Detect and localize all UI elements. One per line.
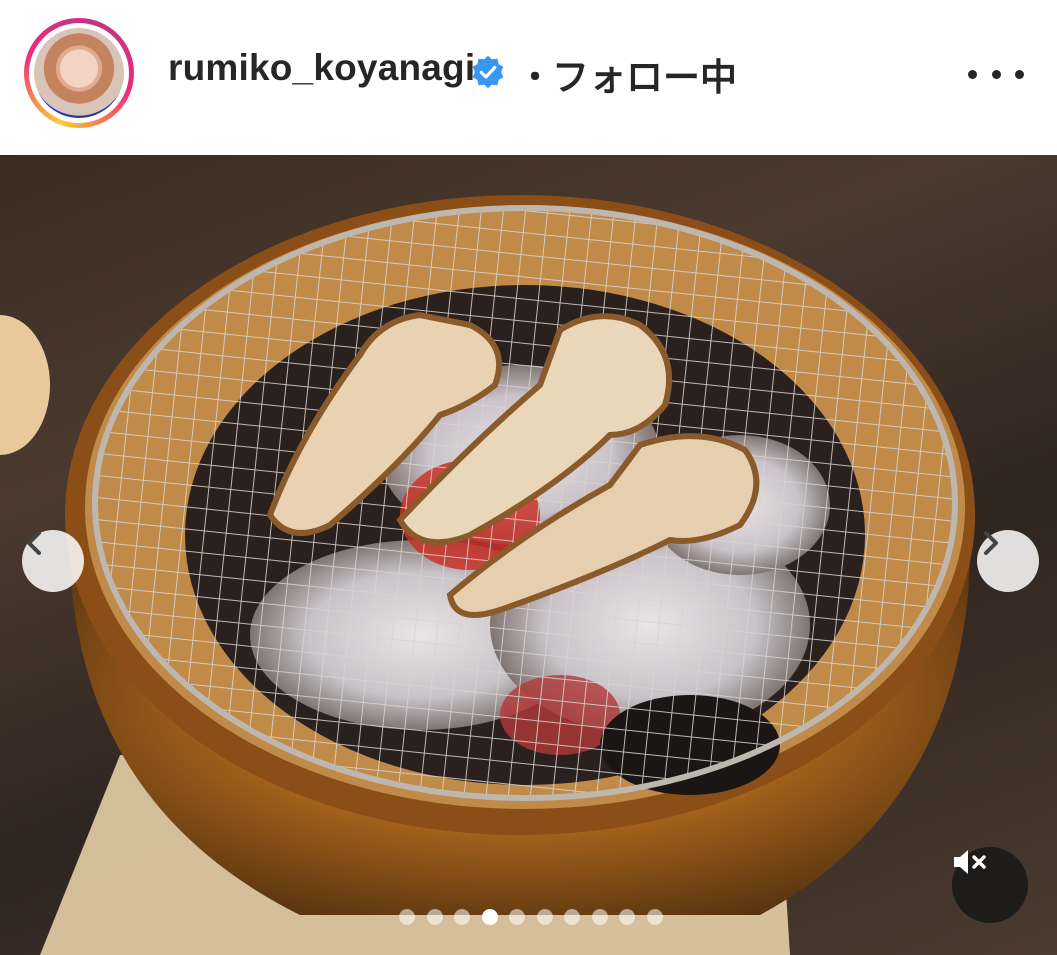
carousel-dot: [646, 909, 663, 925]
username[interactable]: rumiko_koyanagi: [168, 47, 475, 89]
carousel-dot: [426, 909, 443, 925]
grill-photo: [0, 195, 975, 955]
chevron-right-icon: [984, 531, 998, 555]
carousel-dot: [591, 909, 608, 925]
post-header: rumiko_koyanagi ・ フォロー中: [0, 0, 1057, 155]
carousel-indicator: [399, 909, 663, 925]
following-button[interactable]: フォロー中: [552, 47, 737, 101]
next-slide-button[interactable]: [977, 530, 1039, 592]
more-dot: [968, 69, 977, 79]
story-ring[interactable]: [24, 18, 134, 128]
carousel-dot: [481, 909, 498, 925]
separator-dot: ・: [518, 59, 552, 97]
carousel-dot: [509, 909, 526, 925]
carousel-dot: [619, 909, 636, 925]
carousel-dot: [399, 909, 415, 925]
carousel-dot: [536, 909, 553, 925]
more-dot: [991, 69, 1001, 79]
chevron-left-icon: [27, 531, 41, 555]
mute-toggle-button[interactable]: [952, 847, 1028, 923]
carousel-dot: [564, 909, 581, 925]
more-options-icon[interactable]: [968, 60, 1024, 88]
speaker-muted-icon: [954, 850, 986, 874]
post-media[interactable]: [0, 155, 1057, 955]
previous-slide-button[interactable]: [22, 530, 84, 592]
more-dot: [1015, 69, 1024, 79]
verified-badge-icon: [472, 55, 504, 89]
carousel-dot: [454, 909, 471, 925]
avatar[interactable]: [34, 28, 124, 118]
